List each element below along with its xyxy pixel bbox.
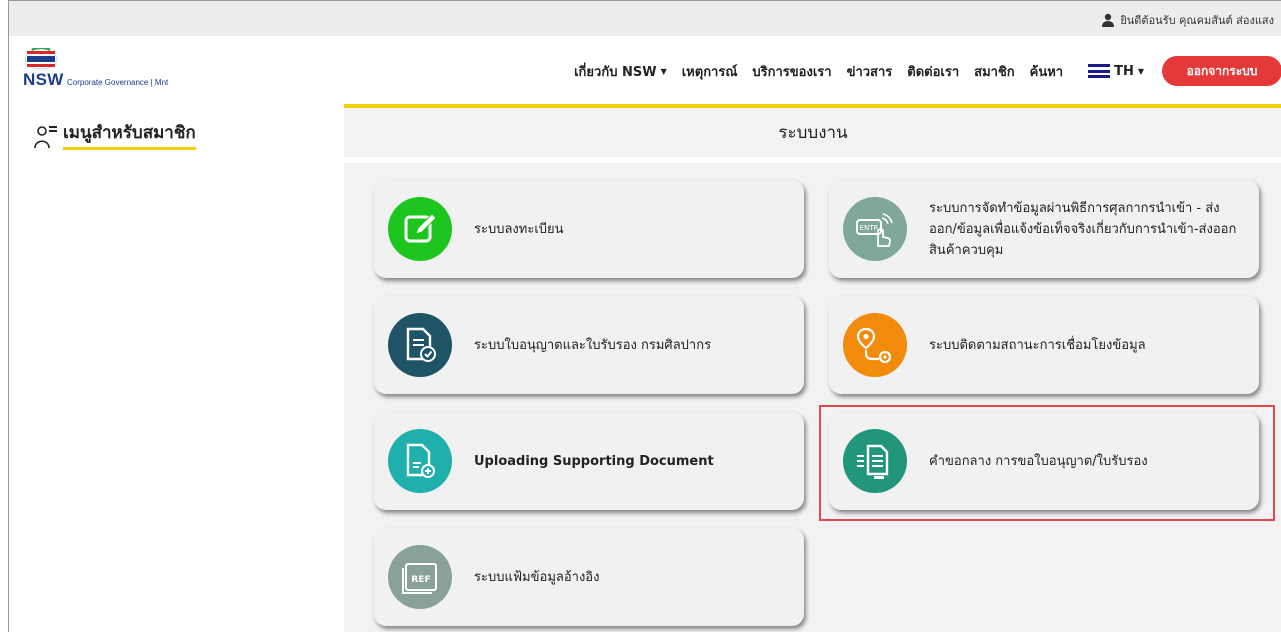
nav-item-events[interactable]: เหตุการณ์ — [682, 61, 738, 82]
caret-down-icon: ▼ — [660, 66, 667, 76]
edit-icon — [388, 197, 452, 261]
user-icon — [1102, 13, 1115, 27]
welcome-text: ยินดีต้อนรับ คุณคมสันต์ ส่องแสง — [1120, 14, 1274, 27]
card-label: Uploading Supporting Document — [474, 453, 714, 469]
member-menu-icon — [34, 126, 57, 149]
logout-button[interactable]: ออกจากระบบ — [1162, 56, 1281, 86]
nav-bar: NSW Corporate Governance | Mnt เกี่ยวกับ… — [9, 36, 1281, 102]
sidebar-title: เมนูสำหรับสมาชิก — [33, 119, 196, 150]
entry-touch-icon: ENTR — [843, 197, 907, 261]
nav-item-about[interactable]: เกี่ยวกับ NSW ▼ — [574, 61, 667, 82]
nav-item-contact[interactable]: ติดต่อเรา — [907, 61, 959, 82]
card-label: ระบบติดตามสถานะการเชื่อมโยงข้อมูล — [929, 337, 1146, 353]
card-reference-file[interactable]: REF ระบบแฟ้มข้อมูลอ้างอิง — [374, 528, 804, 626]
nsw-flag-logo-icon — [24, 48, 58, 70]
card-customs-declaration[interactable]: ENTR ระบบการจัดทำข้อมูลผ่านพิธีการศุลกาก… — [829, 180, 1259, 278]
sidebar-title-text: เมนูสำหรับสมาชิก — [63, 119, 196, 150]
svg-text:REF: REF — [411, 575, 430, 585]
card-fine-arts-license[interactable]: ระบบใบอนุญาตและใบรับรอง กรมศิลปากร — [374, 296, 804, 394]
card-connection-tracking[interactable]: ระบบติดตามสถานะการเชื่อมโยงข้อมูล — [829, 296, 1259, 394]
top-bar: ยินดีต้อนรับ คุณคมสันต์ ส่องแสง — [9, 1, 1281, 36]
route-pin-icon — [843, 313, 907, 377]
nav-item-members[interactable]: สมาชิก — [974, 61, 1015, 82]
app-frame: ยินดีต้อนรับ คุณคมสันต์ ส่องแสง NSW Corp… — [8, 0, 1281, 632]
logo-text: NSW — [23, 70, 64, 89]
card-upload-document[interactable]: Uploading Supporting Document — [374, 412, 804, 510]
nav-item-services[interactable]: บริการของเรา — [752, 61, 831, 82]
ref-folder-icon: REF — [388, 545, 452, 609]
document-check-icon — [388, 313, 452, 377]
card-label: ระบบลงทะเบียน — [474, 221, 564, 237]
thai-flag-icon — [1088, 64, 1111, 78]
card-label: ระบบใบอนุญาตและใบรับรอง กรมศิลปากร — [474, 337, 712, 353]
svg-text:ENTR: ENTR — [860, 224, 879, 232]
card-registration[interactable]: ระบบลงทะเบียน — [374, 180, 804, 278]
logo-subtext: Corporate Governance | Mnt — [67, 78, 169, 87]
document-add-icon — [388, 429, 452, 493]
highlight-box — [819, 405, 1275, 521]
page-title: ระบบงาน — [778, 123, 848, 143]
system-grid: ระบบลงทะเบียน ENTR ระบบการจัดทำข้อมูลผ่า… — [344, 163, 1281, 632]
nsw-logo[interactable]: NSW Corporate Governance | Mnt — [21, 48, 221, 92]
caret-down-icon: ▼ — [1137, 66, 1144, 76]
language-selector[interactable]: TH ▼ — [1078, 64, 1144, 79]
welcome-user[interactable]: ยินดีต้อนรับ คุณคมสันต์ ส่องแสง — [1101, 11, 1274, 29]
main-header: ระบบงาน — [344, 104, 1281, 157]
card-label: ระบบการจัดทำข้อมูลผ่านพิธีการศุลกากรนำเข… — [929, 200, 1237, 258]
main-menu: เกี่ยวกับ NSW ▼ เหตุการณ์ บริการของเรา ข่… — [559, 56, 1281, 86]
nav-item-search[interactable]: ค้นหา — [1030, 61, 1063, 82]
nav-item-news[interactable]: ข่าวสาร — [847, 61, 893, 82]
card-label: ระบบแฟ้มข้อมูลอ้างอิง — [474, 569, 600, 585]
